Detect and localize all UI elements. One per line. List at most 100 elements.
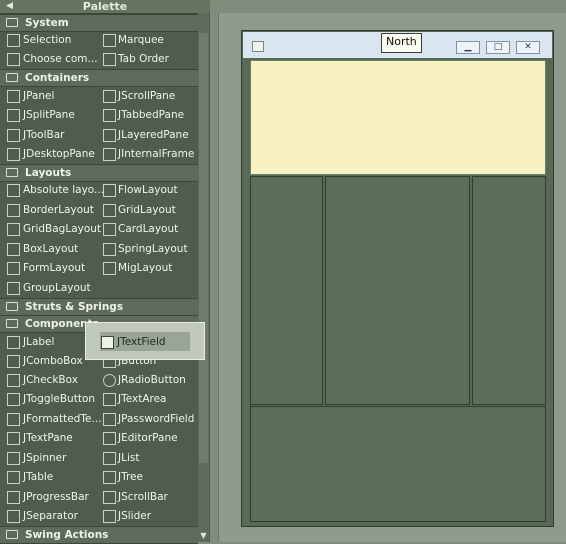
close-icon[interactable]: ✕	[516, 41, 540, 54]
jtextarea-icon	[103, 393, 116, 406]
palette-header[interactable]: ◀ Palette	[0, 0, 210, 14]
folder-icon	[6, 168, 18, 177]
palette-item-tab-order[interactable]: Tab Order	[102, 50, 197, 69]
jscrollbar-icon	[103, 491, 116, 504]
palette-item-borderlayout[interactable]: BorderLayout	[6, 201, 101, 220]
north-region[interactable]	[250, 60, 546, 175]
cardlayout-icon	[103, 223, 116, 236]
jseparator-icon	[7, 510, 20, 523]
scrollbar-thumb[interactable]	[199, 33, 208, 463]
folder-icon	[6, 319, 18, 328]
palette-item-jtextarea[interactable]: JTextArea	[102, 390, 197, 409]
palette-title: Palette	[82, 0, 128, 13]
choose-component-icon	[7, 53, 20, 66]
folder-icon	[6, 530, 18, 539]
category-label: Layouts	[25, 167, 72, 179]
south-region[interactable]	[250, 406, 546, 522]
jlayeredpane-icon	[103, 129, 116, 142]
drop-location-tooltip: North	[381, 33, 422, 53]
grouplayout-icon	[7, 282, 20, 295]
category-system[interactable]: System	[0, 14, 198, 32]
palette-item-jtable[interactable]: JTable	[6, 468, 101, 487]
tab-order-icon	[103, 53, 116, 66]
category-containers[interactable]: Containers	[0, 69, 198, 87]
minimize-icon[interactable]: ▁	[456, 41, 480, 54]
palette-item-jtabbedpane[interactable]: JTabbedPane	[102, 106, 197, 125]
jradiobutton-icon	[103, 374, 116, 387]
jpanel-icon	[7, 90, 20, 103]
jformattedtextfield-icon	[7, 413, 20, 426]
category-label: Struts & Springs	[25, 301, 124, 313]
selection-icon	[7, 34, 20, 47]
palette-item-jdesktoppane[interactable]: JDesktopPane	[6, 145, 101, 164]
maximize-icon[interactable]: □	[486, 41, 510, 54]
center-region[interactable]	[325, 176, 470, 405]
palette-item-jslider[interactable]: JSlider	[102, 507, 197, 526]
palette-item-jeditorpane[interactable]: JEditorPane	[102, 429, 197, 448]
palette-item-jtextpane[interactable]: JTextPane	[6, 429, 101, 448]
palette-item-jinternalframe[interactable]: JInternalFrame	[102, 145, 197, 164]
palette-item-jcheckbox[interactable]: JCheckBox	[6, 371, 101, 390]
jtextfield-icon	[101, 336, 114, 349]
jtable-icon	[7, 471, 20, 484]
jdesktoppane-icon	[7, 148, 20, 161]
category-label: Swing Actions	[25, 529, 109, 541]
palette-item-boxlayout[interactable]: BoxLayout	[6, 240, 101, 259]
gridbaglayout-icon	[7, 223, 20, 236]
palette-item-jradiobutton[interactable]: JRadioButton	[102, 371, 197, 390]
palette-item-jpasswordfield[interactable]: JPasswordField	[102, 410, 197, 429]
palette-item-grouplayout[interactable]: GroupLayout	[6, 279, 101, 298]
folder-icon	[6, 18, 18, 27]
palette-item-jprogressbar[interactable]: JProgressBar	[6, 488, 101, 507]
app-icon	[252, 41, 264, 52]
jtabbedpane-icon	[103, 109, 116, 122]
palette-item-gridlayout[interactable]: GridLayout	[102, 201, 197, 220]
springlayout-icon	[103, 243, 116, 256]
jslider-icon	[103, 510, 116, 523]
scroll-down-arrow-icon[interactable]: ▼	[198, 531, 209, 540]
jtree-icon	[103, 471, 116, 484]
palette-item-miglayout[interactable]: MigLayout	[102, 259, 197, 278]
palette-item-jformattedtextfield[interactable]: JFormattedTe...	[6, 410, 101, 429]
palette-item-marquee[interactable]: Marquee	[102, 31, 197, 50]
folder-icon	[6, 302, 18, 311]
jcheckbox-icon	[7, 374, 20, 387]
palette-item-springlayout[interactable]: SpringLayout	[102, 240, 197, 259]
miglayout-icon	[103, 262, 116, 275]
palette-item-jlist[interactable]: JList	[102, 449, 197, 468]
palette-item-jtoolbar[interactable]: JToolBar	[6, 126, 101, 145]
palette-scrollbar[interactable]: ▼	[198, 13, 209, 542]
palette-item-formlayout[interactable]: FormLayout	[6, 259, 101, 278]
gridlayout-icon	[103, 204, 116, 217]
jscrollpane-icon	[103, 90, 116, 103]
palette-item-selection[interactable]: Selection	[6, 31, 101, 50]
category-layouts[interactable]: Layouts	[0, 164, 198, 182]
palette-item-absolute-layout[interactable]: Absolute layo...	[6, 181, 104, 200]
palette-item-jtogglebutton[interactable]: JToggleButton	[6, 390, 101, 409]
palette-item-jseparator[interactable]: JSeparator	[6, 507, 101, 526]
marquee-icon	[103, 34, 116, 47]
palette-item-choose-component[interactable]: Choose com...	[6, 50, 101, 69]
jspinner-icon	[7, 452, 20, 465]
category-struts-springs[interactable]: Struts & Springs	[0, 298, 198, 316]
jtextpane-icon	[7, 432, 20, 445]
palette-item-jspinner[interactable]: JSpinner	[6, 449, 101, 468]
palette-item-jscrollpane[interactable]: JScrollPane	[102, 87, 197, 106]
absolute-layout-icon	[7, 184, 20, 197]
palette-item-jtree[interactable]: JTree	[102, 468, 197, 487]
east-region[interactable]	[472, 176, 546, 405]
palette-item-jtextfield[interactable]: JTextField	[100, 334, 196, 351]
palette-item-jpanel[interactable]: JPanel	[6, 87, 101, 106]
palette-item-jsplitpane[interactable]: JSplitPane	[6, 106, 101, 125]
category-label: Containers	[25, 72, 90, 84]
palette-item-jlayeredpane[interactable]: JLayeredPane	[102, 126, 197, 145]
palette-item-cardlayout[interactable]: CardLayout	[102, 220, 197, 239]
palette-item-flowlayout[interactable]: FlowLayout	[102, 181, 197, 200]
palette-item-gridbaglayout[interactable]: GridBagLayout	[6, 220, 101, 239]
jtogglebutton-icon	[7, 393, 20, 406]
category-swing-actions[interactable]: Swing Actions	[0, 526, 198, 544]
west-region[interactable]	[250, 176, 323, 405]
flowlayout-icon	[103, 184, 116, 197]
jsplitpane-icon	[7, 109, 20, 122]
palette-item-jscrollbar[interactable]: JScrollBar	[102, 488, 197, 507]
